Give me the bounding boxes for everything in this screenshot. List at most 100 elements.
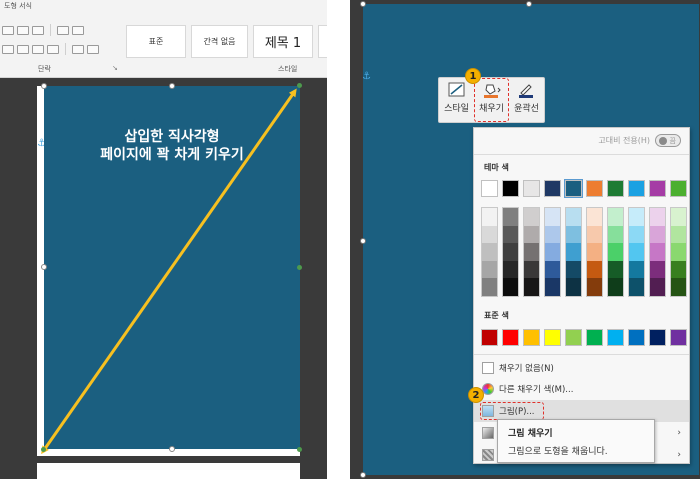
anchor-icon: ⚓ [362,71,371,82]
shade-color-swatch[interactable] [650,225,665,244]
shade-color-swatch[interactable] [503,260,518,279]
standard-color-swatch[interactable] [628,329,645,346]
high-contrast-row: 고대비 전용(H) 끔 [598,134,681,147]
shade-color-swatch[interactable] [608,278,623,296]
shade-color-swatch[interactable] [629,225,644,244]
shade-color-swatch[interactable] [503,243,518,261]
shade-color-swatch[interactable] [524,208,539,226]
shade-color-swatch[interactable] [650,278,665,296]
standard-color-swatch[interactable] [544,329,561,346]
standard-color-swatch[interactable] [502,329,519,346]
resize-handle[interactable] [297,83,302,88]
shade-color-swatch[interactable] [545,260,560,279]
shade-color-swatch[interactable] [608,243,623,261]
resize-handle[interactable] [169,446,175,452]
shade-color-swatch[interactable] [671,278,686,296]
theme-color-swatch[interactable] [586,180,603,197]
high-contrast-toggle[interactable]: 끔 [655,134,681,147]
theme-color-swatch[interactable] [564,179,583,198]
shade-color-swatch[interactable] [587,208,602,226]
shade-color-swatch[interactable] [629,208,644,226]
resize-handle[interactable] [297,447,302,452]
shade-color-swatch[interactable] [524,225,539,244]
standard-color-swatch[interactable] [565,329,582,346]
outline-button[interactable]: 윤곽선 [509,78,544,122]
resize-handle[interactable] [41,83,47,89]
menu-divider [474,154,689,155]
resize-handle[interactable] [360,472,366,478]
shade-color-swatch[interactable] [566,243,581,261]
theme-color-swatch[interactable] [607,180,624,197]
theme-color-swatch[interactable] [544,180,561,197]
resize-handle[interactable] [526,1,532,7]
texture-icon [482,449,494,461]
shade-color-swatch[interactable] [566,208,581,226]
shade-color-swatch[interactable] [524,260,539,279]
shade-color-swatch[interactable] [587,278,602,296]
shade-color-swatch[interactable] [566,260,581,279]
resize-handle[interactable] [360,1,366,7]
no-fill-icon [482,362,494,374]
standard-color-swatch[interactable] [607,329,624,346]
shade-color-swatch[interactable] [650,260,665,279]
standard-color-swatch[interactable] [670,329,687,346]
shade-color-swatch[interactable] [524,243,539,261]
shade-color-swatch[interactable] [650,243,665,261]
shade-color-swatch[interactable] [671,225,686,244]
shade-color-swatch[interactable] [524,278,539,296]
shade-color-swatch[interactable] [482,243,497,261]
shade-color-swatch[interactable] [545,278,560,296]
resize-handle[interactable] [360,238,366,244]
shade-color-swatch[interactable] [482,208,497,226]
shade-color-swatch[interactable] [545,225,560,244]
shade-column [586,207,603,297]
resize-handle[interactable] [41,264,47,270]
right-document-pane: ⚓ 스타일 채우기 윤곽선 1 고대비 전용(H) 끔 테마 색 표준 색 채우… [350,0,700,479]
shade-color-swatch[interactable] [587,225,602,244]
fill-button[interactable]: 채우기 [474,78,509,122]
theme-color-swatch[interactable] [502,180,519,197]
shade-color-swatch[interactable] [671,260,686,279]
theme-color-swatch[interactable] [670,180,687,197]
shade-color-swatch[interactable] [608,260,623,279]
shade-color-swatch[interactable] [545,243,560,261]
no-fill-item[interactable]: 채우기 없음(N) [474,357,689,379]
shade-color-swatch[interactable] [482,260,497,279]
shade-color-swatch[interactable] [650,208,665,226]
shade-column [502,207,519,297]
theme-color-swatch[interactable] [523,180,540,197]
menu-divider [474,354,689,355]
standard-color-swatch[interactable] [523,329,540,346]
shade-color-swatch[interactable] [482,278,497,296]
resize-handle[interactable] [169,83,175,89]
shade-color-swatch[interactable] [503,278,518,296]
style-button[interactable]: 스타일 [439,78,474,122]
theme-color-swatch[interactable] [649,180,666,197]
shade-column [544,207,561,297]
shade-color-swatch[interactable] [629,278,644,296]
shade-color-swatch[interactable] [566,278,581,296]
shade-color-swatch[interactable] [503,225,518,244]
shade-color-swatch[interactable] [503,208,518,226]
shade-color-swatch[interactable] [587,243,602,261]
resize-handle[interactable] [41,447,46,452]
standard-color-swatch[interactable] [649,329,666,346]
shade-color-swatch[interactable] [671,208,686,226]
shade-color-swatch[interactable] [671,243,686,261]
shade-color-swatch[interactable] [608,225,623,244]
theme-color-swatch[interactable] [481,180,498,197]
shade-color-swatch[interactable] [566,225,581,244]
standard-color-swatch[interactable] [481,329,498,346]
shade-color-swatch[interactable] [482,225,497,244]
shade-color-swatch[interactable] [629,260,644,279]
standard-color-swatch[interactable] [586,329,603,346]
resize-handle[interactable] [297,265,302,270]
shade-color-swatch[interactable] [629,243,644,261]
gradient-icon [482,427,494,439]
shade-color-swatch[interactable] [608,208,623,226]
step-1-badge: 1 [465,68,481,84]
theme-color-swatch[interactable] [628,180,645,197]
more-fill-colors-item[interactable]: 다른 채우기 색(M)... [474,378,689,400]
shade-color-swatch[interactable] [587,260,602,279]
shade-color-swatch[interactable] [545,208,560,226]
